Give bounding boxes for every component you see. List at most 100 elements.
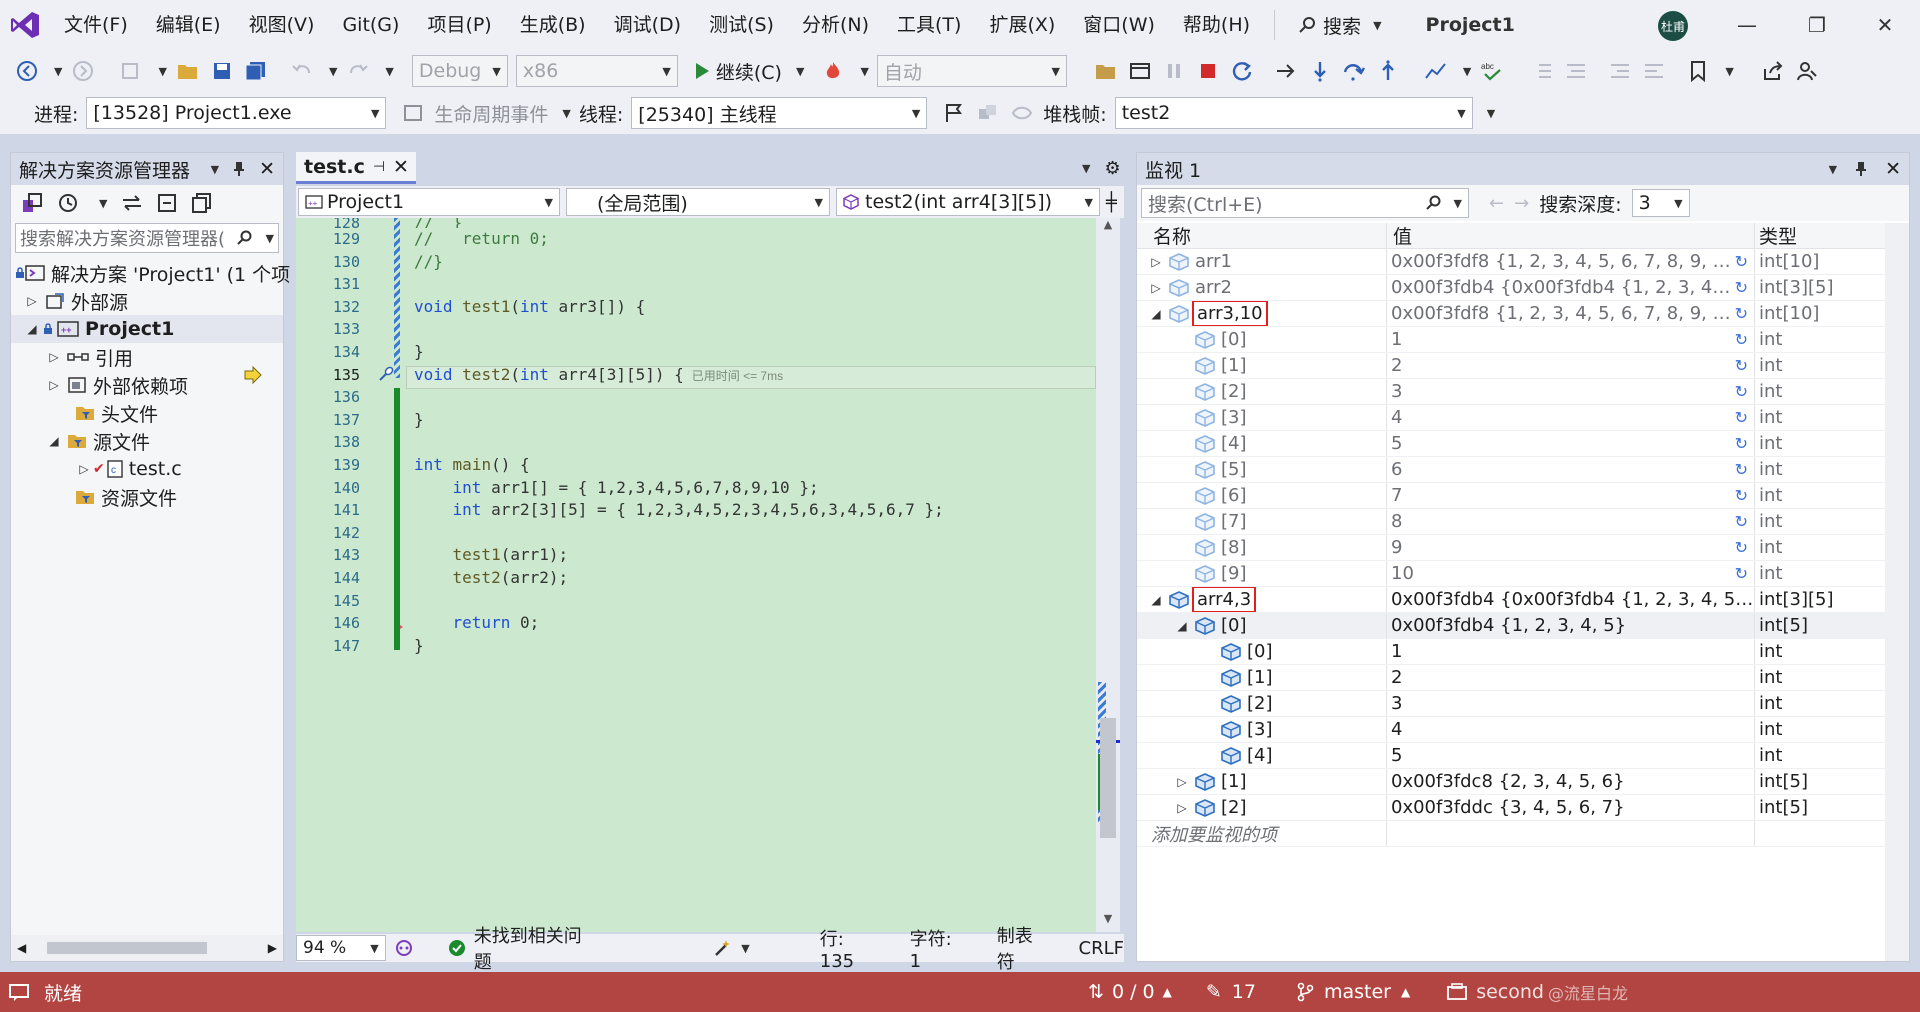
watch-row[interactable]: [0] 1 ↻ int <box>1137 327 1885 353</box>
watch-search-input[interactable]: 搜索(Ctrl+E) ▼ <box>1141 188 1469 218</box>
undo-icon[interactable] <box>289 58 315 84</box>
show-all-files-icon[interactable] <box>191 193 213 213</box>
chevron-down-icon[interactable]: ▼ <box>99 197 107 210</box>
add-watch-row[interactable]: 添加要监视的项 <box>1137 821 1885 847</box>
code-cleanup-icon[interactable] <box>713 938 735 958</box>
chevron-right-icon[interactable]: ▷ <box>25 294 39 308</box>
chevron-down-icon[interactable]: ▼ <box>796 65 804 78</box>
watch-name[interactable]: [1] <box>1221 771 1247 792</box>
notification-icon[interactable] <box>8 982 30 1002</box>
chevron-down-icon[interactable]: ▼ <box>1463 65 1471 78</box>
tree-node-source-files[interactable]: ◢ 源文件 <box>11 427 283 455</box>
watch-value[interactable]: 2 <box>1391 667 1402 688</box>
search-depth-select[interactable]: 3 ▼ <box>1631 189 1690 217</box>
sync-icon[interactable] <box>121 194 143 212</box>
close-window-button[interactable]: ✕ <box>1850 0 1920 50</box>
watch-value[interactable]: 0x00f3fdb4 {0x00f3fdb4 {1, 2, 3, 4, 5}, … <box>1391 589 1754 610</box>
watch-name[interactable]: [3] <box>1247 719 1273 740</box>
watch-value[interactable]: 0x00f3fddc {3, 4, 5, 6, 7} <box>1391 797 1625 818</box>
watch-name[interactable]: [2] <box>1221 797 1247 818</box>
redo-icon[interactable] <box>345 58 371 84</box>
chevron-right-icon[interactable]: ▷ <box>1175 775 1189 789</box>
split-editor-icon[interactable]: ╪ <box>1106 192 1117 213</box>
save-icon[interactable] <box>209 58 235 84</box>
menu-window[interactable]: 窗口(W) <box>1069 0 1169 50</box>
watch-name[interactable]: [3] <box>1221 407 1247 428</box>
editor-vertical-scrollbar[interactable]: ▲ ▼ <box>1096 218 1120 932</box>
repository-name[interactable]: second <box>1476 981 1544 1003</box>
close-icon[interactable]: ✕ <box>1885 158 1901 180</box>
chevron-down-icon[interactable]: ▼ <box>54 65 62 78</box>
menu-debug[interactable]: 调试(D) <box>600 0 695 50</box>
watch-row[interactable]: [1] 2 int <box>1137 665 1885 691</box>
watch-row[interactable]: [6] 7 ↻ int <box>1137 483 1885 509</box>
scroll-left-icon[interactable]: ◀ <box>17 941 26 955</box>
chevron-right-icon[interactable]: ▷ <box>1149 255 1163 269</box>
refresh-icon[interactable]: ↻ <box>1735 460 1748 479</box>
watch-row[interactable]: [0] 1 int <box>1137 639 1885 665</box>
minimize-button[interactable]: — <box>1712 0 1782 50</box>
continue-button[interactable]: 继续(C) <box>694 58 782 85</box>
menu-help[interactable]: 帮助(H) <box>1169 0 1264 50</box>
watch-vertical-scrollbar[interactable] <box>1885 223 1909 961</box>
hot-reload-icon[interactable] <box>820 58 846 84</box>
chevron-right-icon[interactable]: ▷ <box>1149 281 1163 295</box>
refresh-icon[interactable]: ↻ <box>1735 382 1748 401</box>
process-select[interactable]: [13528] Project1.exe ▼ <box>86 97 387 129</box>
watch-value[interactable]: 2 <box>1391 355 1402 376</box>
watch-value[interactable]: 0x00f3fdb4 {0x00f3fdb4 {1, 2, 3, 4, 5}, … <box>1391 277 1735 298</box>
scrollbar-thumb[interactable] <box>47 942 207 954</box>
tree-node-resource-files[interactable]: 资源文件 <box>11 483 283 511</box>
chevron-down-icon[interactable]: ▼ <box>1487 107 1495 120</box>
watch-value[interactable]: 5 <box>1391 433 1402 454</box>
watch-name[interactable]: [9] <box>1221 563 1247 584</box>
watch-row[interactable]: ▷ [2] 0x00f3fddc {3, 4, 5, 6, 7} int[5] <box>1137 795 1885 821</box>
collapse-all-icon[interactable] <box>157 193 177 213</box>
scroll-down-icon[interactable]: ▼ <box>1096 912 1120 925</box>
watch-name[interactable]: [8] <box>1221 537 1247 558</box>
watch-row[interactable]: [3] 4 ↻ int <box>1137 405 1885 431</box>
uncomment-icon[interactable] <box>1563 58 1589 84</box>
watch-name[interactable]: arr1 <box>1195 251 1232 272</box>
project-dropdown[interactable]: ++ Project1 ▼ <box>298 188 560 216</box>
watch-row[interactable]: [8] 9 ↻ int <box>1137 535 1885 561</box>
tree-node-header-files[interactable]: 头文件 <box>11 399 283 427</box>
scope-dropdown[interactable]: (全局范围) ▼ <box>566 188 830 216</box>
column-header-value[interactable]: 值 <box>1387 223 1755 248</box>
watch-name[interactable]: arr4,3 <box>1191 587 1257 612</box>
watch-value[interactable]: 10 <box>1391 563 1414 584</box>
chevron-down-icon[interactable]: ▼ <box>562 107 570 120</box>
menu-view[interactable]: 视图(V) <box>235 0 329 50</box>
search-button[interactable]: 搜索 ▼ <box>1285 12 1395 39</box>
thread-select[interactable]: [25340] 主线程 ▼ <box>631 97 928 129</box>
watch-value[interactable]: 8 <box>1391 511 1402 532</box>
lifecycle-events-icon[interactable] <box>400 100 426 126</box>
indent-icon[interactable] <box>1641 58 1667 84</box>
chevron-down-icon[interactable]: ◢ <box>1175 619 1189 633</box>
menu-git[interactable]: Git(G) <box>328 0 413 50</box>
forward-icon[interactable] <box>70 58 96 84</box>
bookmark-icon[interactable] <box>1685 58 1711 84</box>
char-position[interactable]: 字符: 1 <box>910 925 969 972</box>
column-header-type[interactable]: 类型 <box>1755 223 1885 248</box>
chevron-right-icon[interactable]: ▷ <box>47 378 61 392</box>
scroll-up-icon[interactable]: ▲ <box>1096 218 1120 231</box>
outdent-icon[interactable] <box>1607 58 1633 84</box>
configuration-select[interactable]: Debug ▼ <box>411 55 508 87</box>
menu-analyze[interactable]: 分析(N) <box>788 0 883 50</box>
auto-select[interactable]: 自动 ▼ <box>876 55 1067 87</box>
chevron-down-icon[interactable]: ▼ <box>211 163 219 176</box>
watch-row[interactable]: ◢ [0] 0x00f3fdb4 {1, 2, 3, 4, 5} int[5] <box>1137 613 1885 639</box>
watch-name[interactable]: [7] <box>1221 511 1247 532</box>
refresh-icon[interactable]: ↻ <box>1735 356 1748 375</box>
chevron-down-icon[interactable]: ◢ <box>1149 307 1163 321</box>
show-next-statement-icon[interactable] <box>1273 58 1299 84</box>
chevron-down-icon[interactable]: ▼ <box>385 65 393 78</box>
menu-test[interactable]: 测试(S) <box>695 0 788 50</box>
tree-node-references[interactable]: ▷ 引用 <box>11 343 283 371</box>
tree-node-external-sources[interactable]: ▷ 外部源 <box>11 287 283 315</box>
watch-value[interactable]: 1 <box>1391 329 1402 350</box>
refresh-icon[interactable]: ↻ <box>1735 330 1748 349</box>
new-project-icon[interactable] <box>118 58 144 84</box>
watch-value[interactable]: 6 <box>1391 459 1402 480</box>
